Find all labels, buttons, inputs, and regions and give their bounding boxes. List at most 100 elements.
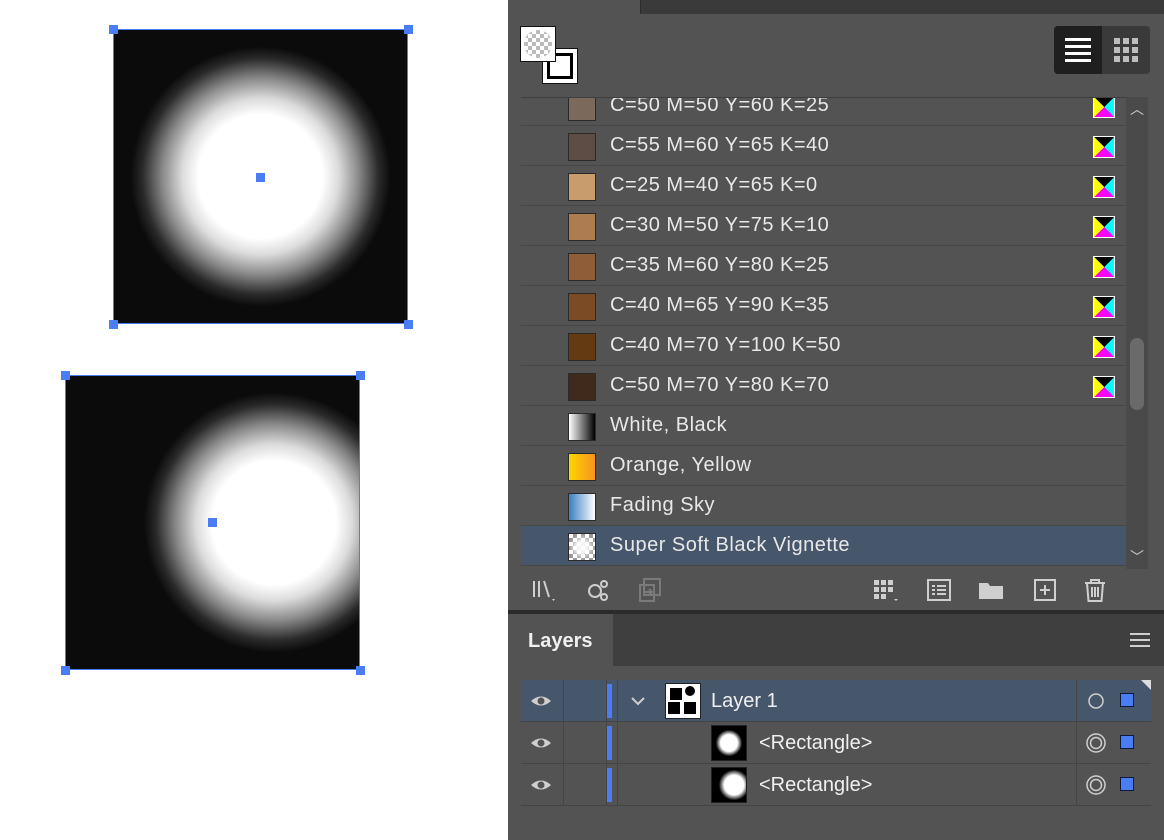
swatches-footer bbox=[508, 569, 1164, 610]
new-color-group-folder-button[interactable] bbox=[976, 575, 1006, 605]
chevron-down-icon[interactable] bbox=[629, 692, 647, 710]
process-color-icon bbox=[1093, 256, 1115, 278]
column-divider bbox=[617, 722, 618, 764]
layer-label: Layer 1 bbox=[711, 690, 778, 712]
layers-tab[interactable]: Layers bbox=[508, 614, 613, 666]
visibility-eye-icon[interactable] bbox=[529, 733, 553, 753]
process-color-icon bbox=[1093, 136, 1115, 158]
selection-handle[interactable] bbox=[109, 320, 118, 329]
column-divider bbox=[563, 764, 564, 806]
center-point bbox=[208, 518, 217, 527]
process-color-icon bbox=[1093, 98, 1115, 118]
swatch-label: C=40 M=65 Y=90 K=35 bbox=[610, 294, 830, 316]
panel-dock: C=50 M=50 Y=60 K=25 C=55 M=60 Y=65 K=40 C=… bbox=[508, 0, 1164, 840]
selection-handle[interactable] bbox=[109, 25, 118, 34]
column-divider bbox=[1076, 722, 1077, 764]
layer-color-bar bbox=[607, 726, 612, 760]
swatch-row[interactable]: C=50 M=50 Y=60 K=25 bbox=[521, 97, 1126, 126]
swatch-list-scrollbar[interactable]: ︿ ﹀ bbox=[1126, 97, 1148, 569]
swatch-row[interactable]: Super Soft Black Vignette bbox=[521, 526, 1126, 566]
layer-color-bar bbox=[607, 768, 612, 802]
column-divider bbox=[563, 680, 564, 722]
column-divider bbox=[617, 764, 618, 806]
swatch-row[interactable]: C=40 M=65 Y=90 K=35 bbox=[521, 286, 1126, 326]
swatches-panel: C=50 M=50 Y=60 K=25 C=55 M=60 Y=65 K=40 C=… bbox=[508, 14, 1164, 610]
layer-label: <Rectangle> bbox=[759, 774, 873, 796]
swatch-chip bbox=[568, 133, 596, 161]
grid-view-button[interactable] bbox=[1102, 26, 1150, 74]
scroll-up-icon[interactable]: ︿ bbox=[1129, 101, 1145, 117]
swatch-chip bbox=[568, 213, 596, 241]
swatch-list-icon bbox=[927, 579, 951, 601]
swatch-row[interactable]: White, Black bbox=[521, 406, 1126, 446]
process-color-icon bbox=[1093, 336, 1115, 358]
show-swatch-kinds-button[interactable] bbox=[583, 575, 613, 605]
swatch-options-button[interactable] bbox=[636, 575, 666, 605]
swatch-libraries-menu-button[interactable] bbox=[530, 575, 560, 605]
new-swatch-button[interactable] bbox=[1030, 575, 1060, 605]
layer-row[interactable]: Layer 1 bbox=[521, 680, 1151, 722]
swatch-row[interactable]: C=40 M=70 Y=100 K=50 bbox=[521, 326, 1126, 366]
swatch-row[interactable]: C=55 M=60 Y=65 K=40 bbox=[521, 126, 1126, 166]
new-color-group-button[interactable] bbox=[870, 575, 900, 605]
selection-indicator[interactable] bbox=[1120, 735, 1134, 749]
delete-swatch-button[interactable] bbox=[1080, 575, 1110, 605]
selection-handle[interactable] bbox=[61, 666, 70, 675]
target-circle-icon[interactable] bbox=[1086, 691, 1106, 711]
swatches-tab[interactable] bbox=[508, 0, 641, 14]
swatch-row[interactable]: C=30 M=50 Y=75 K=10 bbox=[521, 206, 1126, 246]
swatch-row[interactable]: C=35 M=60 Y=80 K=25 bbox=[521, 246, 1126, 286]
swatch-list[interactable]: C=50 M=50 Y=60 K=25 C=55 M=60 Y=65 K=40 C=… bbox=[521, 97, 1126, 570]
swatch-row[interactable]: C=50 M=70 Y=80 K=70 bbox=[521, 366, 1126, 406]
scroll-thumb[interactable] bbox=[1130, 338, 1144, 410]
selection-handle[interactable] bbox=[356, 666, 365, 675]
current-layer-corner-icon bbox=[1141, 680, 1151, 690]
sublayer-row[interactable]: <Rectangle> bbox=[521, 764, 1151, 806]
visibility-eye-icon[interactable] bbox=[529, 775, 553, 795]
swatch-list-options-button[interactable] bbox=[924, 575, 954, 605]
target-circle-icon[interactable] bbox=[1086, 775, 1106, 795]
fill-stroke-indicator[interactable] bbox=[520, 26, 580, 86]
swatch-chip bbox=[568, 533, 596, 561]
selection-handle[interactable] bbox=[61, 371, 70, 380]
fill-swatch[interactable] bbox=[520, 26, 556, 62]
layers-panel: Layers Layer 1 <Rectangle> <Rectangle> bbox=[508, 610, 1164, 840]
swatch-label: C=40 M=70 Y=100 K=50 bbox=[610, 334, 841, 356]
swatch-row[interactable]: Orange, Yellow bbox=[521, 446, 1126, 486]
swatch-row[interactable]: Fading Sky bbox=[521, 486, 1126, 526]
swatch-chip bbox=[568, 173, 596, 201]
list-view-icon bbox=[1065, 38, 1091, 62]
swatch-options-icon bbox=[639, 578, 661, 602]
target-circle-icon[interactable] bbox=[1086, 733, 1106, 753]
scroll-down-icon[interactable]: ﹀ bbox=[1129, 549, 1145, 565]
selection-handle[interactable] bbox=[404, 25, 413, 34]
layers-title: Layers bbox=[528, 630, 593, 652]
hamburger-menu-icon bbox=[1130, 633, 1150, 647]
swatch-chip bbox=[568, 413, 596, 441]
swatch-label: Orange, Yellow bbox=[610, 454, 752, 476]
swatch-label: C=50 M=50 Y=60 K=25 bbox=[610, 97, 830, 116]
center-point bbox=[256, 173, 265, 182]
panel-menu-button[interactable] bbox=[1128, 630, 1152, 650]
swatch-label: C=50 M=70 Y=80 K=70 bbox=[610, 374, 830, 396]
swatch-chip bbox=[568, 333, 596, 361]
selection-handle[interactable] bbox=[404, 320, 413, 329]
selection-indicator[interactable] bbox=[1120, 693, 1134, 707]
selection-handle[interactable] bbox=[356, 371, 365, 380]
color-group-icon bbox=[874, 580, 898, 601]
sublayer-row[interactable]: <Rectangle> bbox=[521, 722, 1151, 764]
visibility-eye-icon[interactable] bbox=[529, 691, 553, 711]
swatch-chip bbox=[568, 373, 596, 401]
library-icon bbox=[533, 580, 555, 601]
column-divider bbox=[1076, 764, 1077, 806]
column-divider bbox=[563, 722, 564, 764]
process-color-icon bbox=[1093, 176, 1115, 198]
swatch-chip bbox=[568, 98, 596, 121]
process-color-icon bbox=[1093, 376, 1115, 398]
artboard-canvas[interactable] bbox=[0, 0, 508, 840]
swatch-label: C=25 M=40 Y=65 K=0 bbox=[610, 174, 818, 196]
list-view-button[interactable] bbox=[1054, 26, 1102, 74]
swatch-row[interactable]: C=25 M=40 Y=65 K=0 bbox=[521, 166, 1126, 206]
layer-label: <Rectangle> bbox=[759, 732, 873, 754]
selection-indicator[interactable] bbox=[1120, 777, 1134, 791]
